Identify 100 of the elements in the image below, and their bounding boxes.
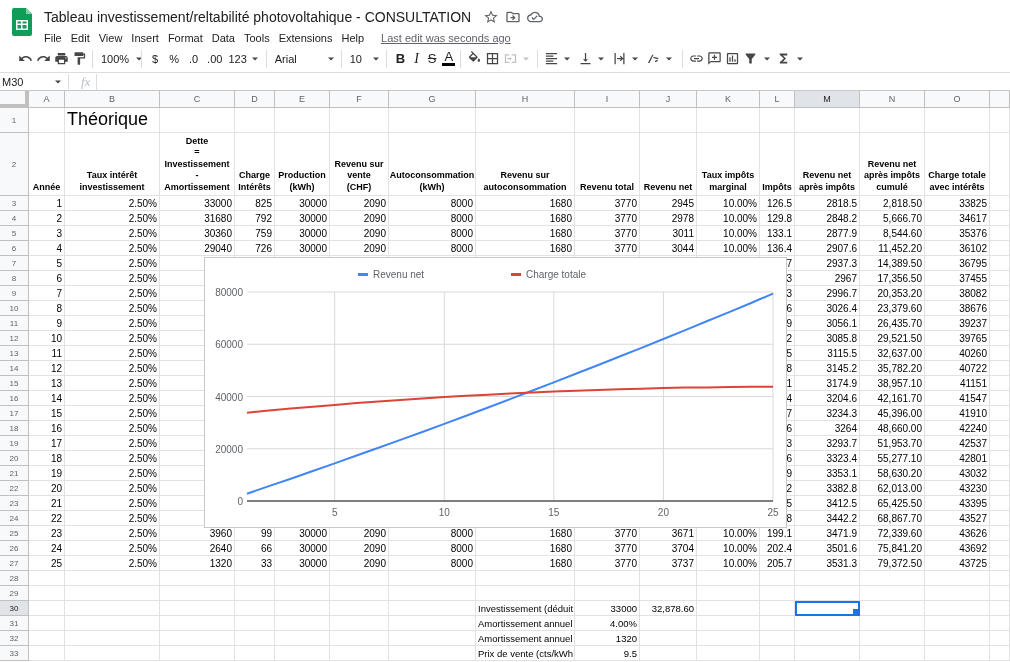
menu-item[interactable]: File [44, 30, 65, 46]
percent-button[interactable]: % [165, 52, 183, 65]
column-header[interactable]: C [160, 91, 235, 108]
text-wrap-icon[interactable] [612, 51, 628, 66]
text-color-button[interactable]: A [442, 51, 456, 66]
table-cell: 133.1 [760, 226, 795, 241]
row-header[interactable]: 16 [0, 391, 29, 406]
empty-cell [860, 646, 925, 661]
row-header[interactable]: 12 [0, 331, 29, 346]
empty-cell [990, 556, 1010, 571]
table-cell: Amortissement annuel [476, 631, 575, 646]
font-dropdown[interactable]: Arial [272, 52, 339, 65]
menu-item[interactable]: Tools [243, 30, 273, 46]
row-header[interactable]: 1 [0, 108, 29, 133]
column-header[interactable]: B [65, 91, 160, 108]
decrease-decimals-button[interactable]: .0 [185, 52, 202, 65]
spreadsheet-logo-icon[interactable] [12, 8, 32, 36]
column-header[interactable]: I [575, 91, 640, 108]
row-header[interactable]: 17 [0, 406, 29, 421]
row-header[interactable]: 24 [0, 511, 29, 526]
axis-label: 20000 [215, 443, 243, 455]
currency-button[interactable]: $ [148, 52, 163, 65]
cell-cursor[interactable] [795, 601, 860, 616]
table-cell: 39237 [925, 316, 990, 331]
row-header[interactable]: 2 [0, 133, 29, 196]
row-header[interactable]: 31 [0, 616, 29, 631]
paint-roller-icon[interactable] [72, 51, 87, 66]
align-left-icon[interactable] [544, 51, 560, 66]
print-icon[interactable] [54, 51, 69, 66]
empty-cell [760, 646, 795, 661]
column-header[interactable]: N [860, 91, 925, 108]
chart-icon[interactable] [725, 51, 741, 66]
column-header[interactable]: A [29, 91, 65, 108]
column-header[interactable]: L [760, 91, 795, 108]
row-header[interactable]: 30 [0, 601, 29, 616]
table-cell: 29040 [160, 241, 235, 256]
add-comment-icon[interactable] [707, 51, 723, 66]
strikethrough-button[interactable]: S [424, 51, 440, 66]
row-header[interactable]: 23 [0, 496, 29, 511]
row-header[interactable]: 3 [0, 196, 29, 211]
column-header[interactable]: G [389, 91, 476, 108]
name-box[interactable]: M30 [0, 74, 69, 89]
row-header[interactable]: 6 [0, 241, 29, 256]
row-header[interactable]: 22 [0, 481, 29, 496]
row-header[interactable]: 10 [0, 301, 29, 316]
empty-cell [990, 256, 1010, 271]
column-header[interactable]: M [795, 91, 860, 108]
menu-item[interactable]: Insert [131, 30, 162, 46]
row-header[interactable]: 14 [0, 361, 29, 376]
column-header[interactable]: O [925, 91, 990, 108]
column-title: Dette = Investissement - Amortissement [160, 133, 235, 196]
row-header[interactable]: 27 [0, 556, 29, 571]
menu-item[interactable]: Help [341, 30, 368, 46]
fill-handle[interactable] [852, 608, 858, 614]
menu-item[interactable]: Data [211, 30, 238, 46]
menu-item[interactable]: View [98, 30, 126, 46]
row-header[interactable]: 29 [0, 586, 29, 601]
row-header[interactable]: 26 [0, 541, 29, 556]
row-header[interactable]: 33 [0, 646, 29, 661]
row-header[interactable]: 28 [0, 571, 29, 586]
borders-icon[interactable] [485, 51, 501, 66]
menu-item[interactable]: Edit [70, 30, 93, 46]
row-header[interactable]: 4 [0, 211, 29, 226]
column-header[interactable]: D [235, 91, 275, 108]
table-cell: 62,013.00 [860, 481, 925, 496]
row-header[interactable]: 13 [0, 346, 29, 361]
number-format-dropdown[interactable]: 123 [228, 52, 261, 65]
row-header[interactable]: 25 [0, 526, 29, 541]
empty-cell [275, 586, 330, 601]
align-bottom-icon[interactable] [578, 51, 594, 66]
row-header[interactable]: 32 [0, 631, 29, 646]
column-title: Production (kWh) [275, 133, 330, 196]
row-header[interactable]: 18 [0, 421, 29, 436]
column-header[interactable]: E [275, 91, 330, 108]
row-header[interactable]: 11 [0, 316, 29, 331]
document-title[interactable]: Tableau investissement/reltabilité photovoltahique - CONSULTATION [44, 9, 472, 25]
empty-cell [697, 646, 760, 661]
column-header[interactable]: J [640, 91, 697, 108]
empty-cell [760, 108, 795, 133]
column-header[interactable]: H [476, 91, 575, 108]
menu-item[interactable]: Format [167, 30, 206, 46]
row-header[interactable]: 21 [0, 466, 29, 481]
star-icon[interactable] [483, 9, 500, 25]
row-header[interactable]: 19 [0, 436, 29, 451]
italic-button[interactable]: I [411, 50, 422, 67]
row-header[interactable]: 5 [0, 226, 29, 241]
row-header[interactable]: 7 [0, 256, 29, 271]
column-header[interactable]: F [330, 91, 389, 108]
cloud-icon[interactable] [527, 9, 544, 25]
increase-decimals-button[interactable]: .00 [204, 52, 226, 65]
last-edit-link[interactable]: Last edit was seconds ago [381, 32, 511, 44]
folder-icon[interactable] [505, 9, 522, 25]
column-header[interactable]: K [697, 91, 760, 108]
row-header[interactable]: 15 [0, 376, 29, 391]
bold-button[interactable]: B [392, 51, 409, 66]
row-header[interactable]: 8 [0, 271, 29, 286]
row-header[interactable]: 9 [0, 286, 29, 301]
row-header[interactable]: 20 [0, 451, 29, 466]
menu-item[interactable]: Extensions [278, 30, 336, 46]
font-size-dropdown[interactable]: 10 [347, 52, 384, 65]
